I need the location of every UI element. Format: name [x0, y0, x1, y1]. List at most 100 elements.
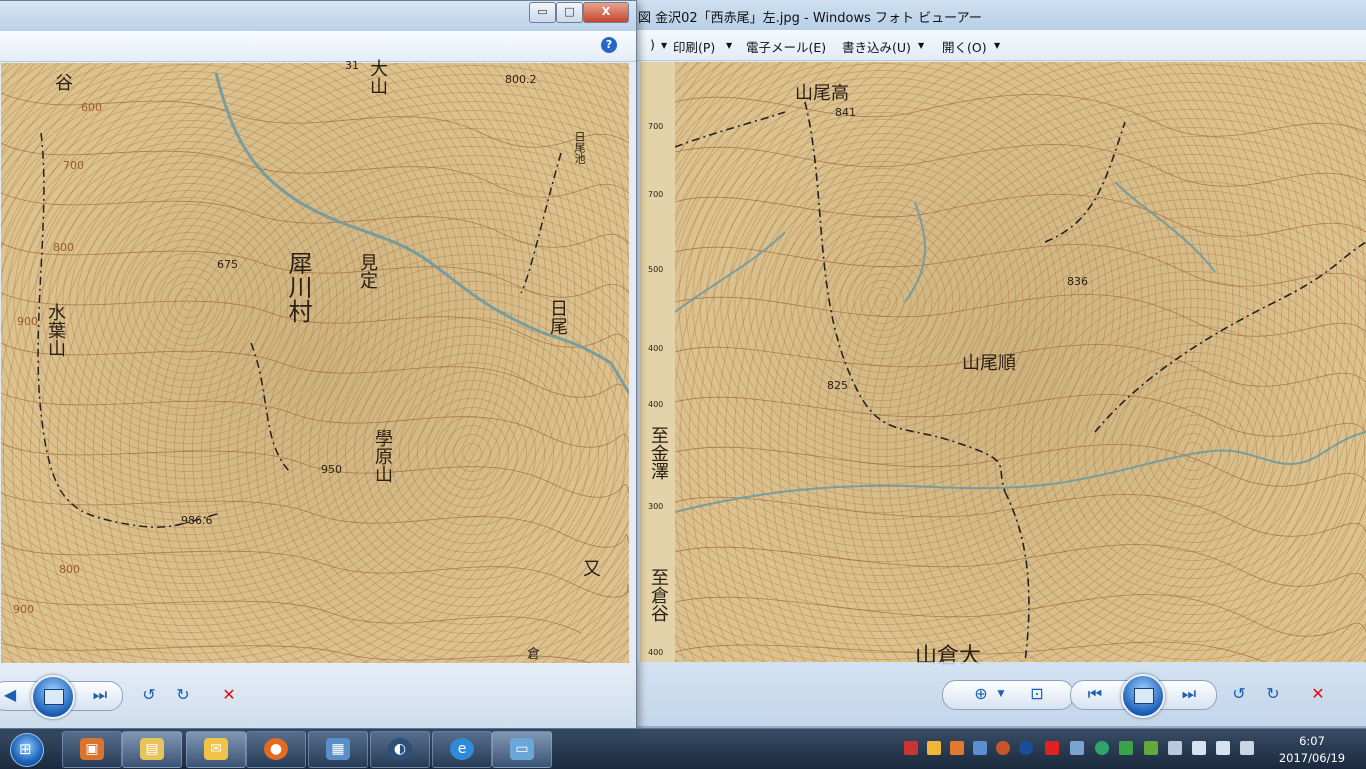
margin-tick: 700 [648, 190, 664, 199]
label-peak-986: 986.6 [181, 514, 213, 527]
signal-icon[interactable] [1216, 741, 1230, 755]
contour-label: 700 [63, 159, 84, 172]
next-icon[interactable]: ⏭ [87, 682, 113, 708]
rotate-left-icon[interactable]: ↺ [1226, 681, 1252, 707]
taskbar-app-network[interactable]: ▦ [308, 731, 368, 768]
label-num-31: 31 [345, 59, 359, 72]
label-mata: 又 [583, 559, 601, 580]
slideshow-icon [44, 689, 64, 705]
tray-app-icon[interactable] [904, 741, 918, 755]
previous-icon[interactable]: ⏮ [1082, 681, 1108, 707]
next-icon[interactable]: ⏭ [1176, 681, 1202, 707]
label-takaoyama: 山尾高 [795, 83, 849, 104]
label-to-kanazawa: 至金澤 [648, 426, 669, 480]
label-peak-836: 836 [1067, 275, 1088, 288]
chevron-down-icon[interactable]: ▼ [726, 41, 732, 50]
label-hio-ike: 日尾池 [573, 131, 586, 164]
chevron-down-icon[interactable]: ▼ [918, 41, 924, 50]
network-icon: ▦ [326, 738, 350, 760]
title-bar[interactable]: 図 金沢02「西赤尾」左.jpg - Windows フォト ビューアー [630, 0, 1366, 30]
tray-app-icon[interactable] [1095, 741, 1109, 755]
margin-tick: 400 [648, 400, 664, 409]
map-image-right[interactable]: 山尾高 841 山尾順 836 825 山倉大 [675, 62, 1366, 669]
pdf-icon[interactable] [1045, 741, 1059, 755]
label-junoyama: 山尾順 [962, 353, 1016, 374]
margin-tick: 400 [648, 648, 664, 657]
close-button[interactable]: X [583, 2, 629, 23]
start-button[interactable]: ⊞ [4, 731, 50, 767]
volume-icon[interactable] [1192, 741, 1206, 755]
chevron-down-icon[interactable]: ▼ [661, 41, 667, 50]
slideshow-icon [1134, 688, 1154, 704]
margin-tick: 500 [648, 265, 664, 274]
tray-app-icon[interactable] [973, 741, 987, 755]
help-icon[interactable]: ? [601, 37, 617, 53]
media-player-icon: ◐ [388, 738, 412, 760]
map-margin: 700 700 500 400 400 300 400 至金澤 至倉谷 [640, 62, 675, 662]
window-title: 図 金沢02「西赤尾」左.jpg - Windows フォト ビューアー [638, 11, 982, 26]
menu-burn[interactable]: 書き込み(U) [842, 37, 911, 56]
slideshow-button[interactable] [1121, 674, 1165, 718]
taskbar-app-toolbox[interactable]: ▣ [62, 731, 122, 768]
label-to-kuratani: 至倉谷 [648, 568, 669, 622]
tray-app-icon[interactable] [1070, 741, 1084, 755]
taskbar-app-media[interactable]: ◐ [370, 731, 430, 768]
tray-app-icon[interactable] [996, 741, 1010, 755]
contour-lines [1, 72, 629, 663]
contour-label: 900 [17, 315, 38, 328]
photo-viewer-icon: ▭ [510, 738, 534, 760]
tray-app-icon[interactable] [950, 741, 964, 755]
rotate-right-icon[interactable]: ↻ [1260, 681, 1286, 707]
label-tani: 谷 [55, 73, 73, 94]
tray-app-icon[interactable] [1240, 741, 1254, 755]
folder-icon: ▤ [140, 738, 164, 760]
slideshow-button[interactable] [31, 675, 75, 719]
menu-bar: ? [0, 31, 636, 62]
security-shield-icon[interactable] [1119, 741, 1133, 755]
label-hio: 日尾 [547, 299, 568, 335]
taskbar-app-explorer[interactable]: ▤ [122, 731, 182, 768]
menu-file-partial[interactable]: ) [650, 37, 655, 52]
label-takaoyama-elev: 841 [835, 106, 856, 119]
map-image-left[interactable]: 大山 31 800.2 日尾池 見定 犀川村 水葉山 日尾 學原山 675 95… [1, 59, 629, 663]
rotate-left-icon[interactable]: ↺ [136, 682, 162, 708]
label-peak-675: 675 [217, 258, 238, 271]
photo-viewer-window-left: ▭ □ X ? 大山 31 800.2 日尾池 見定 犀川村 水葉山 日尾 學原… [0, 0, 637, 730]
label-oyama: 大山 [367, 59, 388, 95]
tray-app-icon[interactable] [927, 741, 941, 755]
label-peak-950: 950 [321, 463, 342, 476]
chevron-down-icon[interactable]: ▼ [988, 681, 1014, 707]
margin-tick: 400 [648, 344, 664, 353]
delete-icon[interactable]: ✕ [216, 682, 242, 708]
actual-size-icon[interactable]: ⊡ [1024, 681, 1050, 707]
label-gakuhara: 學原山 [372, 429, 393, 483]
menu-open[interactable]: 開く(O) [942, 37, 987, 56]
taskbar-app-photo-viewer[interactable]: ▭ [492, 731, 552, 768]
firefox-icon: ● [264, 738, 288, 760]
label-mizuhayama: 水葉山 [45, 303, 66, 357]
flag-icon[interactable] [1168, 741, 1182, 755]
toolbox-icon: ▣ [80, 738, 104, 760]
taskbar-app-ie[interactable]: e [432, 731, 492, 768]
viewer-controls-left: ◀ ⏭ ↺ ↻ ✕ [0, 663, 636, 729]
minimize-button[interactable]: ▭ [529, 2, 556, 23]
photo-viewer-window-right: 図 金沢02「西赤尾」左.jpg - Windows フォト ビューアー ) ▼… [630, 0, 1366, 726]
rotate-right-icon[interactable]: ↻ [170, 682, 196, 708]
contour-label: 800 [53, 241, 74, 254]
title-bar[interactable]: ▭ □ X [0, 1, 636, 31]
system-clock[interactable]: 6:07 2017/06/19 [1262, 731, 1362, 767]
chevron-down-icon[interactable]: ▼ [994, 41, 1000, 50]
mail-icon: ✉ [204, 738, 228, 760]
taskbar-app-firefox[interactable]: ● [246, 731, 306, 768]
viewer-controls-right: ⊕ ▼ ⊡ ⏮ ⏭ ↺ ↻ ✕ [630, 662, 1366, 726]
menu-print[interactable]: 印刷(P) [673, 37, 715, 56]
contour-lines [675, 94, 1366, 662]
previous-icon[interactable]: ◀ [0, 682, 23, 708]
network-tray-icon[interactable] [1144, 741, 1158, 755]
tray-app-icon[interactable] [1019, 741, 1033, 755]
delete-icon[interactable]: ✕ [1305, 681, 1331, 707]
menu-email[interactable]: 電子メール(E) [746, 37, 826, 56]
maximize-button[interactable]: □ [556, 2, 583, 23]
clock-time: 6:07 [1299, 734, 1325, 748]
taskbar-app-mail[interactable]: ✉ [186, 731, 246, 768]
